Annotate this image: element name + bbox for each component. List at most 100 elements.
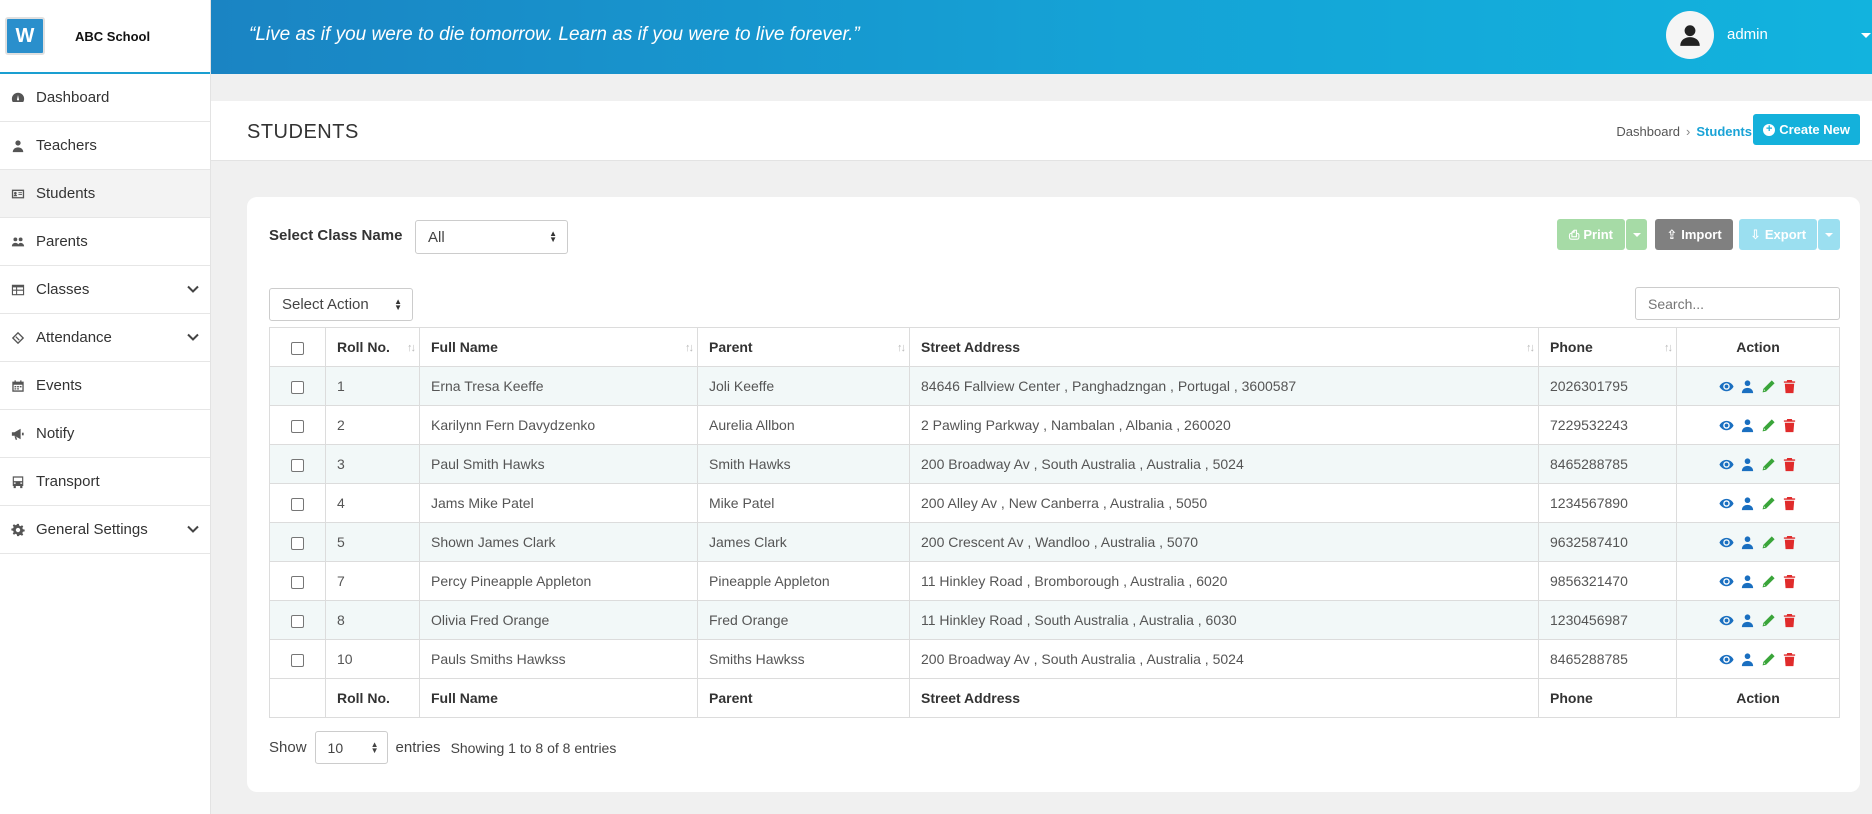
trash-icon[interactable] bbox=[1782, 418, 1797, 433]
user-icon[interactable] bbox=[1740, 379, 1755, 394]
sidebar-item-parents[interactable]: Parents bbox=[0, 218, 210, 266]
sidebar-item-notify[interactable]: Notify bbox=[0, 410, 210, 458]
class-select[interactable]: All ▲ ▼ bbox=[415, 220, 568, 254]
print-dropdown-button[interactable] bbox=[1626, 219, 1647, 250]
pencil-icon[interactable] bbox=[1761, 418, 1776, 433]
eye-icon[interactable] bbox=[1719, 379, 1734, 394]
col-name[interactable]: Full Name ↑↓ bbox=[419, 327, 698, 367]
sidebar-item-label: Classes bbox=[36, 281, 90, 298]
row-checkbox[interactable] bbox=[291, 497, 304, 511]
row-checkbox[interactable] bbox=[291, 575, 304, 589]
sidebar-item-attendance[interactable]: Attendance bbox=[0, 314, 210, 362]
user-icon[interactable] bbox=[1740, 613, 1755, 628]
create-new-button[interactable]: + Create New bbox=[1753, 114, 1860, 145]
trash-icon[interactable] bbox=[1782, 652, 1797, 667]
eye-icon[interactable] bbox=[1719, 457, 1734, 472]
row-checkbox[interactable] bbox=[291, 653, 304, 667]
footer-empty-cell bbox=[269, 678, 326, 718]
sidebar-item-dashboard[interactable]: Dashboard bbox=[0, 74, 210, 122]
caret-down-icon[interactable] bbox=[1861, 33, 1871, 38]
row-checkbox[interactable] bbox=[291, 536, 304, 550]
trash-icon[interactable] bbox=[1782, 379, 1797, 394]
sidebar-item-general-settings[interactable]: General Settings bbox=[0, 506, 210, 554]
row-checkbox[interactable] bbox=[291, 458, 304, 472]
bus-icon bbox=[10, 474, 26, 490]
col-action-label: Action bbox=[1736, 339, 1780, 355]
print-icon: ⎙ bbox=[1568, 226, 1580, 242]
print-button[interactable]: ⎙ Print bbox=[1557, 219, 1625, 250]
select-arrows-icon: ▲ ▼ bbox=[549, 229, 557, 244]
user-icon[interactable] bbox=[1740, 457, 1755, 472]
user-icon[interactable] bbox=[1740, 535, 1755, 550]
breadcrumb-home[interactable]: Dashboard bbox=[1616, 124, 1680, 139]
row-checkbox[interactable] bbox=[291, 380, 304, 394]
pencil-icon[interactable] bbox=[1761, 652, 1776, 667]
page-length-select[interactable]: 10 ▲ ▼ bbox=[314, 731, 388, 764]
eye-icon[interactable] bbox=[1719, 418, 1734, 433]
pencil-icon[interactable] bbox=[1761, 574, 1776, 589]
school-logo-icon: W bbox=[5, 17, 45, 55]
col-phone[interactable]: Phone ↑↓ bbox=[1538, 327, 1677, 367]
sidebar-item-students[interactable]: Students bbox=[0, 170, 210, 218]
chevron-down-icon[interactable] bbox=[186, 330, 200, 344]
user-icon[interactable] bbox=[1740, 418, 1755, 433]
row-checkbox[interactable] bbox=[291, 614, 304, 628]
footer-action: Action bbox=[1676, 678, 1840, 718]
export-dropdown-button[interactable] bbox=[1818, 219, 1840, 250]
trash-icon[interactable] bbox=[1782, 574, 1797, 589]
user-name[interactable]: admin bbox=[1727, 26, 1768, 43]
top-bar: “Live as if you were to die tomorrow. Le… bbox=[211, 0, 1872, 74]
cell-roll: 4 bbox=[325, 483, 420, 523]
search-input[interactable] bbox=[1635, 287, 1840, 320]
ticket-icon bbox=[10, 330, 26, 346]
avatar[interactable] bbox=[1666, 11, 1714, 59]
trash-icon[interactable] bbox=[1782, 613, 1797, 628]
pencil-icon[interactable] bbox=[1761, 613, 1776, 628]
sidebar-item-events[interactable]: Events bbox=[0, 362, 210, 410]
pencil-icon[interactable] bbox=[1761, 379, 1776, 394]
user-icon[interactable] bbox=[1740, 652, 1755, 667]
sidebar-item-label: Notify bbox=[36, 425, 75, 442]
print-label: Print bbox=[1583, 227, 1614, 242]
sidebar-item-label: Events bbox=[36, 377, 82, 394]
show-label: Show bbox=[269, 739, 307, 756]
chevron-down-icon[interactable] bbox=[186, 522, 200, 536]
eye-icon[interactable] bbox=[1719, 574, 1734, 589]
col-roll[interactable]: Roll No. ↑↓ bbox=[325, 327, 420, 367]
sidebar-item-transport[interactable]: Transport bbox=[0, 458, 210, 506]
select-all-checkbox[interactable] bbox=[291, 341, 304, 355]
export-button[interactable]: ⇩ Export bbox=[1739, 219, 1817, 250]
cell-roll: 7 bbox=[325, 561, 420, 601]
trash-icon[interactable] bbox=[1782, 496, 1797, 511]
import-button[interactable]: ⇪ Import bbox=[1655, 219, 1733, 250]
eye-icon[interactable] bbox=[1719, 535, 1734, 550]
user-icon[interactable] bbox=[1740, 496, 1755, 511]
breadcrumb-separator-icon: › bbox=[1686, 124, 1691, 139]
brand[interactable]: W ABC School bbox=[0, 0, 210, 74]
sort-icon: ↑↓ bbox=[897, 342, 906, 354]
col-address[interactable]: Street Address ↑↓ bbox=[909, 327, 1539, 367]
col-parent[interactable]: Parent ↑↓ bbox=[697, 327, 910, 367]
pencil-icon[interactable] bbox=[1761, 535, 1776, 550]
chevron-down-icon[interactable] bbox=[186, 282, 200, 296]
trash-icon[interactable] bbox=[1782, 535, 1797, 550]
trash-icon[interactable] bbox=[1782, 457, 1797, 472]
download-icon: ⇩ bbox=[1749, 226, 1761, 242]
row-checkbox-cell bbox=[269, 600, 326, 640]
page-title: STUDENTS bbox=[247, 121, 359, 143]
col-address-label: Street Address bbox=[921, 339, 1021, 355]
pencil-icon[interactable] bbox=[1761, 496, 1776, 511]
bulk-action-select[interactable]: Select Action ▲ ▼ bbox=[269, 288, 413, 321]
user-icon[interactable] bbox=[1740, 574, 1755, 589]
eye-icon[interactable] bbox=[1719, 496, 1734, 511]
cell-address: 200 Broadway Av , South Australia , Aust… bbox=[909, 444, 1539, 484]
sidebar-item-teachers[interactable]: Teachers bbox=[0, 122, 210, 170]
cell-name: Pauls Smiths Hawkss bbox=[419, 639, 698, 679]
table-length-bar: Show 10 ▲ ▼ entries Showing 1 to 8 of 8 e… bbox=[269, 731, 616, 764]
row-checkbox-cell bbox=[269, 444, 326, 484]
pencil-icon[interactable] bbox=[1761, 457, 1776, 472]
eye-icon[interactable] bbox=[1719, 613, 1734, 628]
eye-icon[interactable] bbox=[1719, 652, 1734, 667]
row-checkbox[interactable] bbox=[291, 419, 304, 433]
sidebar-item-classes[interactable]: Classes bbox=[0, 266, 210, 314]
